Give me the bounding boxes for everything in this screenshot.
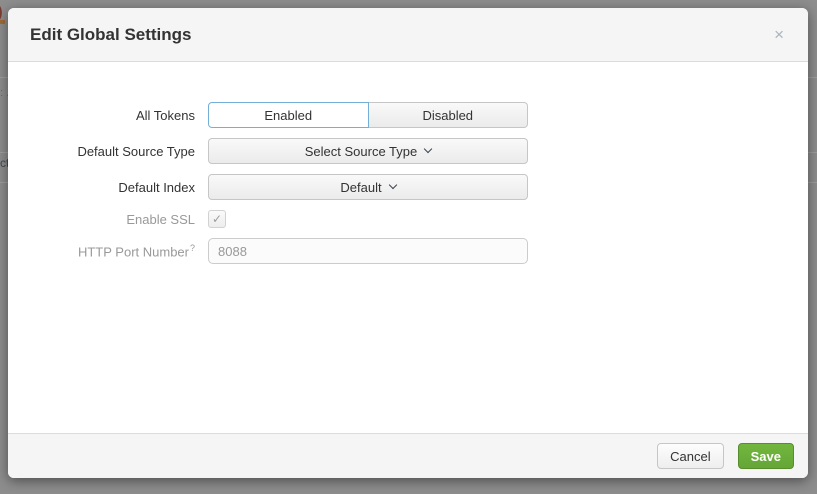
default-index-row: Default Index Default bbox=[8, 174, 808, 200]
chevron-down-icon bbox=[424, 145, 432, 153]
close-icon[interactable]: × bbox=[772, 24, 786, 45]
cancel-button[interactable]: Cancel bbox=[657, 443, 723, 469]
help-marker[interactable]: ? bbox=[190, 243, 195, 253]
dialog-footer: Cancel Save bbox=[8, 433, 808, 478]
chevron-down-icon bbox=[388, 181, 396, 189]
default-source-type-row: Default Source Type Select Source Type bbox=[8, 138, 808, 164]
default-index-dropdown[interactable]: Default bbox=[208, 174, 528, 200]
http-port-label: HTTP Port Number? bbox=[8, 243, 208, 259]
http-port-input bbox=[208, 238, 528, 264]
default-index-value: Default bbox=[340, 180, 381, 195]
default-index-label: Default Index bbox=[8, 180, 208, 195]
enable-ssl-label: Enable SSL bbox=[8, 212, 208, 227]
enable-ssl-row: Enable SSL ✓ bbox=[8, 210, 808, 228]
all-tokens-disabled-button[interactable]: Disabled bbox=[369, 102, 529, 128]
all-tokens-label: All Tokens bbox=[8, 108, 208, 123]
http-port-row: HTTP Port Number? bbox=[8, 238, 808, 264]
background-fragment bbox=[0, 20, 5, 24]
http-port-label-text: HTTP Port Number bbox=[78, 244, 189, 259]
all-tokens-row: All Tokens Enabled Disabled bbox=[8, 102, 808, 128]
edit-global-settings-dialog: Edit Global Settings × All Tokens Enable… bbox=[8, 8, 808, 478]
save-button[interactable]: Save bbox=[738, 443, 794, 469]
default-source-type-value: Select Source Type bbox=[305, 144, 418, 159]
checkmark-icon: ✓ bbox=[212, 212, 222, 226]
background-text-fragment: ) bbox=[0, 2, 3, 22]
default-source-type-label: Default Source Type bbox=[8, 144, 208, 159]
all-tokens-toggle: Enabled Disabled bbox=[208, 102, 528, 128]
dialog-title: Edit Global Settings bbox=[30, 25, 772, 45]
all-tokens-enabled-button[interactable]: Enabled bbox=[208, 102, 369, 128]
default-source-type-dropdown[interactable]: Select Source Type bbox=[208, 138, 528, 164]
dialog-body: All Tokens Enabled Disabled Default Sour… bbox=[8, 62, 808, 433]
enable-ssl-checkbox: ✓ bbox=[208, 210, 226, 228]
dialog-header: Edit Global Settings × bbox=[8, 8, 808, 62]
